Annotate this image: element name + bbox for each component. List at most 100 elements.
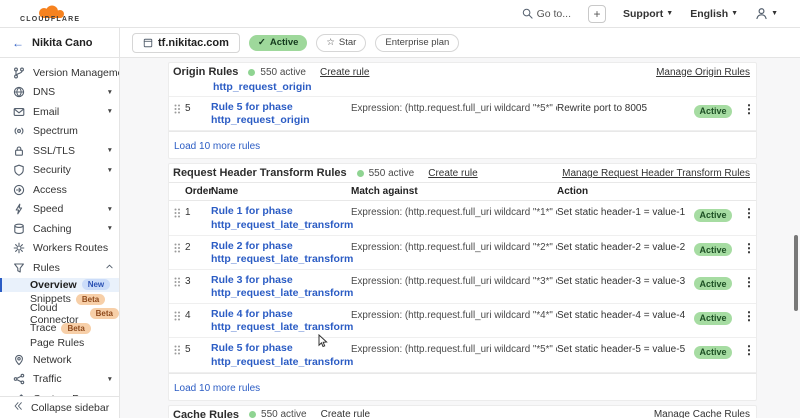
status-badge: Active — [694, 209, 732, 222]
rule-name-link[interactable]: Rule 3 for phasehttp_request_late_transf… — [211, 274, 351, 300]
table-row-partial: http_request_origin — [169, 81, 756, 97]
sidebar-item-email[interactable]: Email ▼ — [0, 102, 119, 122]
filter-icon — [13, 262, 25, 274]
chevron-down-icon: ▼ — [107, 206, 113, 213]
chevron-up-icon — [106, 264, 113, 271]
sidebar-item-dns[interactable]: DNS ▼ — [0, 83, 119, 103]
pin-icon — [13, 354, 25, 366]
sidebar-item-network[interactable]: Network — [0, 350, 119, 370]
envelope-icon — [13, 106, 25, 118]
sidebar-item-custom-pages[interactable]: Custom Pages — [0, 389, 119, 396]
rule-action: Rewrite port to 8005 — [557, 101, 694, 114]
status-badge: Active — [694, 312, 732, 325]
active-count: 550 active — [261, 409, 307, 418]
globe-icon — [13, 86, 25, 98]
sidebar-item-label: Rules — [33, 262, 60, 274]
rule-name-link[interactable]: Rule 1 for phasehttp_request_late_transf… — [211, 205, 351, 231]
account-menu[interactable]: ▼ — [755, 7, 778, 20]
support-menu[interactable]: Support ▼ — [623, 8, 673, 20]
goto-search[interactable]: Go to... — [522, 8, 571, 20]
section-title: Cache Rules — [173, 409, 239, 418]
rule-expression: Expression: (http.request.full_uri wildc… — [351, 205, 557, 218]
main-content: tf.nikitac.com ✓ Active ☆ Star Enterpris… — [120, 28, 800, 418]
create-rule-link[interactable]: Create rule — [428, 168, 477, 179]
account-name[interactable]: Nikita Cano — [32, 37, 93, 49]
lock-icon — [13, 145, 25, 157]
active-count: 550 active — [260, 67, 306, 78]
sidebar-item-spectrum[interactable]: Spectrum — [0, 122, 119, 142]
sidebar-item-traffic[interactable]: Traffic ▼ — [0, 370, 119, 390]
sidebar-item-version-management[interactable]: Version Management — [0, 63, 119, 83]
sidebar-item-workers-routes[interactable]: Workers Routes — [0, 239, 119, 259]
drag-handle-icon[interactable] — [169, 342, 185, 355]
new-badge: New — [82, 279, 110, 290]
spectrum-icon — [13, 125, 25, 137]
kebab-menu-icon[interactable]: ⋮ — [740, 205, 758, 220]
sidebar-item-page-rules[interactable]: Page Rules — [0, 336, 119, 351]
vertical-scrollbar[interactable] — [794, 235, 798, 311]
star-button[interactable]: ☆ Star — [316, 34, 366, 52]
rule-expression: Expression: (http.request.full_uri wildc… — [351, 308, 557, 321]
sidebar-item-rules[interactable]: Rules — [0, 258, 119, 278]
cloudflare-logo[interactable]: CLOUDFLARE — [20, 5, 80, 23]
domain-selector[interactable]: tf.nikitac.com — [132, 33, 240, 53]
rule-order: 4 — [185, 308, 211, 321]
manage-origin-rules-link[interactable]: Manage Origin Rules — [656, 67, 750, 78]
sidebar-item-label: Version Management — [33, 67, 119, 79]
collapse-sidebar-label: Collapse sidebar — [31, 402, 109, 414]
rule-expression: Expression: (http.request.full_uri wildc… — [351, 240, 557, 253]
add-site-button[interactable]: + — [588, 5, 606, 23]
chevron-down-icon: ▼ — [107, 147, 113, 154]
create-rule-link[interactable]: Create rule — [321, 409, 370, 418]
rule-name-link[interactable]: Rule 2 for phasehttp_request_late_transf… — [211, 240, 351, 266]
language-label: English — [690, 8, 728, 20]
domain-name: tf.nikitac.com — [158, 37, 229, 49]
drag-handle-icon[interactable] — [169, 308, 185, 321]
sidebar-item-overview[interactable]: Overview New — [0, 278, 119, 293]
cache-rules-section: Cache Rules 550 active Create rule Manag… — [168, 405, 757, 418]
table-row: 4 Rule 4 for phasehttp_request_late_tran… — [169, 304, 756, 338]
zone-status-label: Active — [270, 37, 299, 48]
manage-cache-rules-link[interactable]: Manage Cache Rules — [654, 409, 750, 418]
kebab-menu-icon[interactable]: ⋮ — [740, 274, 758, 289]
column-name: Name — [211, 186, 351, 197]
sidebar-item-label: Speed — [33, 203, 63, 215]
collapse-sidebar-button[interactable]: Collapse sidebar — [0, 396, 119, 418]
chevrons-left-icon — [13, 401, 23, 414]
kebab-menu-icon[interactable]: ⋮ — [740, 308, 758, 323]
sidebar-item-label: Workers Routes — [33, 242, 108, 254]
rule-name-link[interactable]: http_request_origin — [213, 81, 756, 94]
back-arrow-icon[interactable]: ← — [12, 36, 24, 50]
language-menu[interactable]: English ▼ — [690, 8, 738, 20]
sidebar-item-access[interactable]: Access — [0, 180, 119, 200]
rule-name-link[interactable]: Rule 5 for phasehttp_request_origin — [211, 101, 351, 127]
kebab-menu-icon[interactable]: ⋮ — [740, 342, 758, 357]
rule-name-link[interactable]: Rule 5 for phasehttp_request_late_transf… — [211, 342, 351, 368]
sidebar-item-label: Traffic — [33, 373, 62, 385]
load-more-link[interactable]: Load 10 more rules — [174, 383, 260, 394]
rule-action: Set static header-4 = value-4 — [557, 308, 694, 321]
sidebar-item-ssl-tls[interactable]: SSL/TLS ▼ — [0, 141, 119, 161]
manage-request-header-transform-rules-link[interactable]: Manage Request Header Transform Rules — [562, 168, 750, 179]
section-title: Request Header Transform Rules — [173, 167, 347, 179]
load-more-link[interactable]: Load 10 more rules — [174, 141, 260, 152]
sidebar-item-cloud-connector[interactable]: Cloud Connector Beta — [0, 307, 119, 322]
sidebar-item-caching[interactable]: Caching ▼ — [0, 219, 119, 239]
drag-handle-icon[interactable] — [169, 101, 185, 114]
site-icon — [143, 38, 153, 48]
rule-action: Set static header-1 = value-1 — [557, 205, 694, 218]
kebab-menu-icon[interactable]: ⋮ — [740, 101, 758, 116]
drag-handle-icon[interactable] — [169, 205, 185, 218]
rule-name-link[interactable]: Rule 4 for phasehttp_request_late_transf… — [211, 308, 351, 334]
column-action: Action — [557, 186, 694, 197]
sidebar-item-label: Caching — [33, 223, 72, 235]
drag-handle-icon[interactable] — [169, 274, 185, 287]
create-rule-link[interactable]: Create rule — [320, 67, 369, 78]
sidebar-item-security[interactable]: Security ▼ — [0, 161, 119, 181]
drag-handle-icon[interactable] — [169, 240, 185, 253]
plan-badge: Enterprise plan — [375, 34, 459, 52]
search-icon — [522, 8, 533, 19]
sidebar-item-speed[interactable]: Speed ▼ — [0, 200, 119, 220]
sidebar-item-label: Security — [33, 164, 71, 176]
kebab-menu-icon[interactable]: ⋮ — [740, 240, 758, 255]
